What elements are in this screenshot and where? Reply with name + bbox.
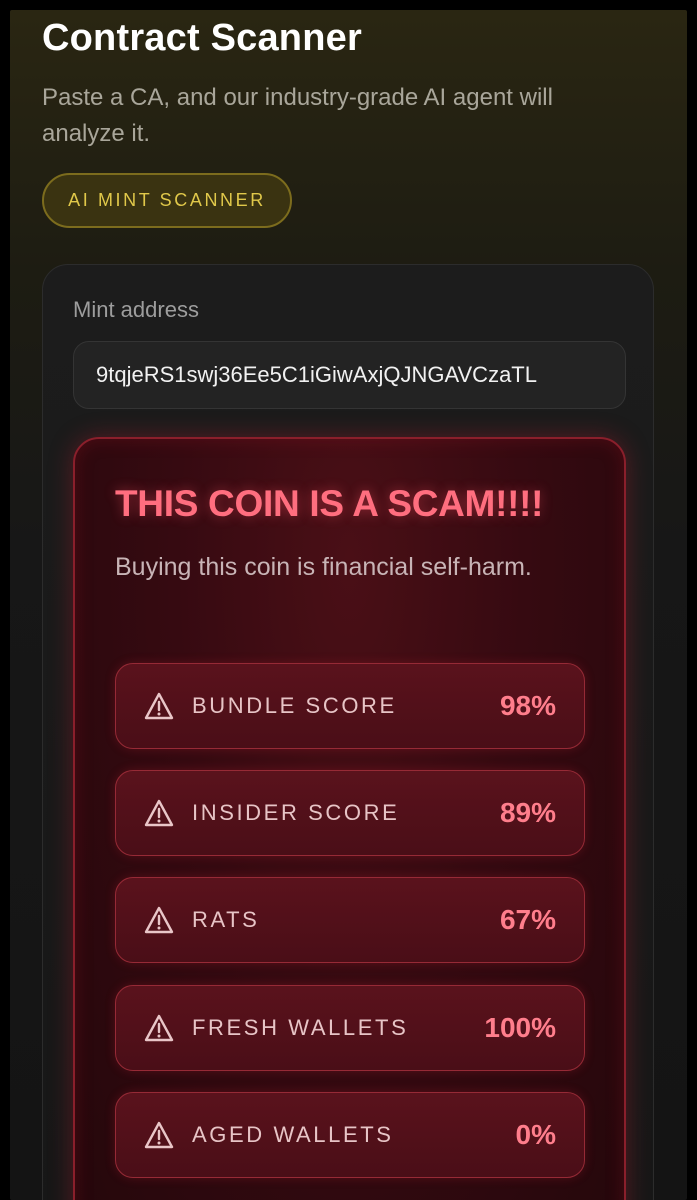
score-row-insider: INSIDER SCORE 89%	[115, 770, 585, 856]
score-label: AGED WALLETS	[192, 1122, 394, 1147]
score-row-fresh-wallets: FRESH WALLETS 100%	[115, 985, 585, 1071]
score-value: 98%	[499, 690, 556, 721]
warning-icon	[144, 1121, 174, 1149]
page-subtitle: Paste a CA, and our industry-grade AI ag…	[42, 84, 553, 147]
warning-icon	[144, 1014, 174, 1042]
warning-icon	[144, 906, 174, 934]
status-bar-strip	[0, 0, 697, 10]
score-row-rats: RATS 67%	[115, 877, 585, 963]
score-value: 89%	[499, 797, 556, 828]
score-label: RATS	[192, 907, 260, 932]
alert-title: THIS COIN IS A SCAM!!!!	[115, 483, 544, 524]
score-label: BUNDLE SCORE	[192, 693, 397, 718]
mint-address-label: Mint address	[73, 297, 199, 322]
mint-address-input[interactable]	[73, 341, 626, 409]
warning-icon	[144, 692, 174, 720]
score-value: 67%	[499, 904, 556, 935]
alert-description: Buying this coin is financial self-harm.	[115, 553, 532, 581]
score-label: FRESH WALLETS	[192, 1015, 409, 1040]
ai-mint-scanner-badge[interactable]: AI MINT SCANNER	[42, 173, 292, 228]
scanner-page: Contract Scanner Paste a CA, and our ind…	[10, 10, 687, 1200]
score-label: INSIDER SCORE	[192, 800, 400, 825]
score-row-bundle: BUNDLE SCORE 98%	[115, 663, 585, 749]
score-value: 0%	[515, 1119, 556, 1150]
page-title: Contract Scanner	[42, 17, 362, 59]
score-row-aged-wallets: AGED WALLETS 0%	[115, 1092, 585, 1178]
scanner-card: Mint address THIS COIN IS A SCAM!!!! Buy…	[42, 264, 654, 1200]
scam-alert-panel: THIS COIN IS A SCAM!!!! Buying this coin…	[73, 437, 626, 1200]
score-value: 100%	[484, 1012, 556, 1043]
warning-icon	[144, 799, 174, 827]
